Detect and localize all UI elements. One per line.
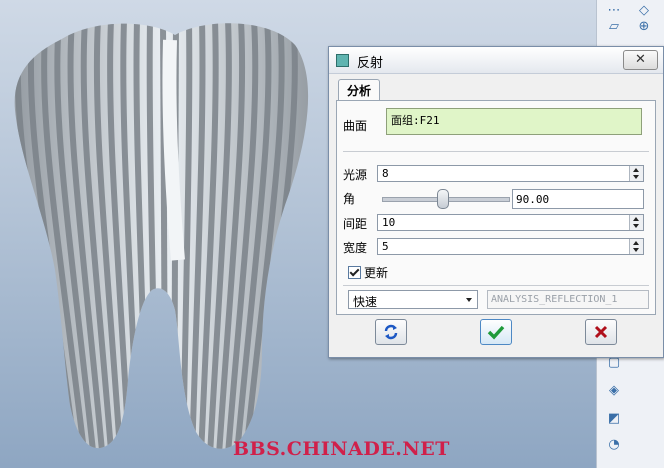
spacing-spinner[interactable]: 10 (377, 214, 644, 231)
analysis-panel: 曲面 面组:F21 光源 8 角 90.00 间距 10 宽度 5 更新 快速 … (336, 100, 656, 315)
angle-slider-thumb[interactable] (437, 189, 449, 209)
spacing-value: 10 (382, 216, 396, 229)
width-value: 5 (382, 240, 389, 253)
cancel-button[interactable] (585, 319, 617, 345)
refresh-icon (384, 324, 398, 340)
angle-label: 角 (343, 192, 356, 206)
mode-dropdown[interactable]: 快速 (348, 290, 478, 309)
close-button[interactable]: ✕ (623, 50, 658, 70)
separator (343, 285, 649, 286)
watermark-text: BBS.CHINADE.NET (233, 438, 450, 460)
spinner-arrows[interactable] (629, 239, 643, 254)
analysis-name-field[interactable]: ANALYSIS_REFLECTION_1 (487, 290, 649, 309)
update-label[interactable]: 更新 (364, 264, 388, 281)
spinner-arrows[interactable] (629, 215, 643, 230)
mode-value: 快速 (353, 295, 378, 309)
spacing-label: 间距 (343, 217, 368, 231)
round-icon[interactable]: ◔ (603, 434, 625, 454)
light-source-spinner[interactable]: 8 (377, 165, 644, 182)
light-source-value: 8 (382, 167, 389, 180)
dialog-titlebar[interactable]: 反射 ✕ (329, 47, 663, 74)
refresh-button[interactable] (375, 319, 407, 345)
dialog-title: 反射 (357, 56, 384, 71)
angle-input[interactable]: 90.00 (512, 189, 644, 209)
tab-analysis[interactable]: 分析 (338, 79, 380, 102)
cancel-x-icon (594, 325, 608, 339)
chevron-down-icon (466, 298, 472, 302)
surface-collector[interactable]: 面组:F21 (386, 108, 642, 135)
surface-label: 曲面 (343, 119, 368, 133)
light-source-label: 光源 (343, 168, 368, 182)
reflection-dialog: 反射 ✕ 分析 曲面 面组:F21 光源 8 角 90.00 间距 10 宽度 … (328, 46, 664, 358)
separator (343, 151, 649, 152)
update-checkbox[interactable] (348, 266, 361, 279)
ok-check-icon (487, 325, 505, 340)
plane-icon[interactable]: ▱ (603, 16, 625, 36)
ok-button[interactable] (480, 319, 512, 345)
pattern-icon[interactable]: ◈ (603, 380, 625, 400)
surface-icon[interactable]: ◩ (603, 408, 625, 428)
csys-icon[interactable]: ⊕ (633, 16, 655, 36)
width-label: 宽度 (343, 241, 368, 255)
width-spinner[interactable]: 5 (377, 238, 644, 255)
spinner-arrows[interactable] (629, 166, 643, 181)
dialog-app-icon (336, 54, 349, 67)
